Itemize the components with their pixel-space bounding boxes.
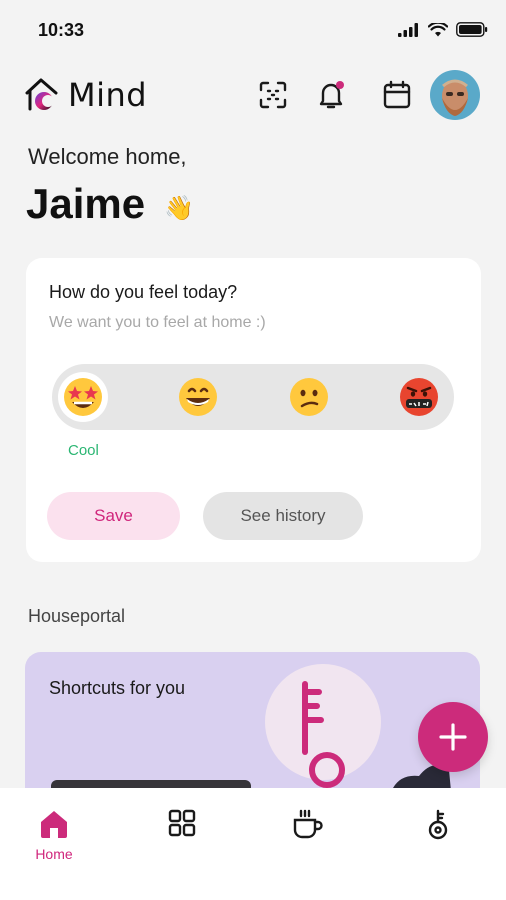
wifi-icon bbox=[428, 22, 448, 36]
nav-item-grid[interactable] bbox=[142, 808, 222, 838]
grid-icon bbox=[168, 809, 196, 837]
scan-icon bbox=[259, 81, 287, 109]
app-logo: Mind bbox=[24, 76, 147, 114]
user-name: Jaime bbox=[26, 180, 146, 227]
avatar[interactable] bbox=[430, 70, 480, 120]
app-name: Mind bbox=[68, 76, 148, 114]
mood-subtitle: We want you to feel at home :) bbox=[49, 314, 266, 331]
battery-icon bbox=[456, 22, 488, 37]
mood-selector bbox=[52, 364, 454, 430]
nav-item-keys[interactable] bbox=[398, 808, 478, 842]
mood-option-confused[interactable] bbox=[284, 372, 334, 422]
mood-question: How do you feel today? bbox=[49, 282, 238, 302]
nav-item-home[interactable]: Home bbox=[14, 808, 94, 862]
selected-mood-label: Cool bbox=[68, 442, 99, 459]
mood-option-happy[interactable] bbox=[173, 372, 223, 422]
grinning-face-icon bbox=[179, 378, 217, 416]
status-bar: 10:33 bbox=[0, 0, 506, 60]
home-icon bbox=[41, 811, 67, 838]
mood-option-angry[interactable] bbox=[394, 372, 444, 422]
calendar-button[interactable] bbox=[380, 78, 414, 112]
bell-icon bbox=[319, 81, 344, 109]
add-fab-button[interactable] bbox=[418, 702, 488, 772]
signal-icon bbox=[398, 22, 418, 37]
key-icon bbox=[428, 809, 448, 840]
nav-item-coffee[interactable] bbox=[268, 808, 348, 840]
coffee-icon bbox=[293, 809, 323, 839]
nav-label-home: Home bbox=[35, 846, 73, 862]
see-history-button[interactable]: See history bbox=[203, 492, 363, 540]
calendar-icon bbox=[383, 80, 411, 109]
user-avatar-image bbox=[430, 70, 480, 120]
house-logo-icon bbox=[25, 78, 58, 111]
houseportal-section-title: Houseportal bbox=[28, 606, 126, 626]
status-time: 10:33 bbox=[38, 20, 85, 40]
status-icons bbox=[398, 22, 488, 37]
plus-icon bbox=[439, 723, 467, 751]
app-header: Mind bbox=[0, 70, 506, 124]
bottom-nav: Home bbox=[0, 788, 506, 900]
welcome-text: Welcome home, bbox=[28, 144, 187, 169]
mood-option-cool[interactable] bbox=[58, 372, 108, 422]
scan-button[interactable] bbox=[256, 78, 290, 112]
confused-face-icon bbox=[290, 378, 328, 416]
waving-hand-icon: 👋 bbox=[164, 195, 194, 222]
mood-card: How do you feel today? We want you to fe… bbox=[26, 258, 481, 562]
save-mood-button[interactable]: Save bbox=[47, 492, 180, 540]
shortcuts-title: Shortcuts for you bbox=[49, 678, 186, 698]
cursing-face-icon bbox=[400, 378, 438, 416]
notifications-button[interactable] bbox=[314, 78, 348, 112]
star-struck-face-icon bbox=[64, 378, 102, 416]
